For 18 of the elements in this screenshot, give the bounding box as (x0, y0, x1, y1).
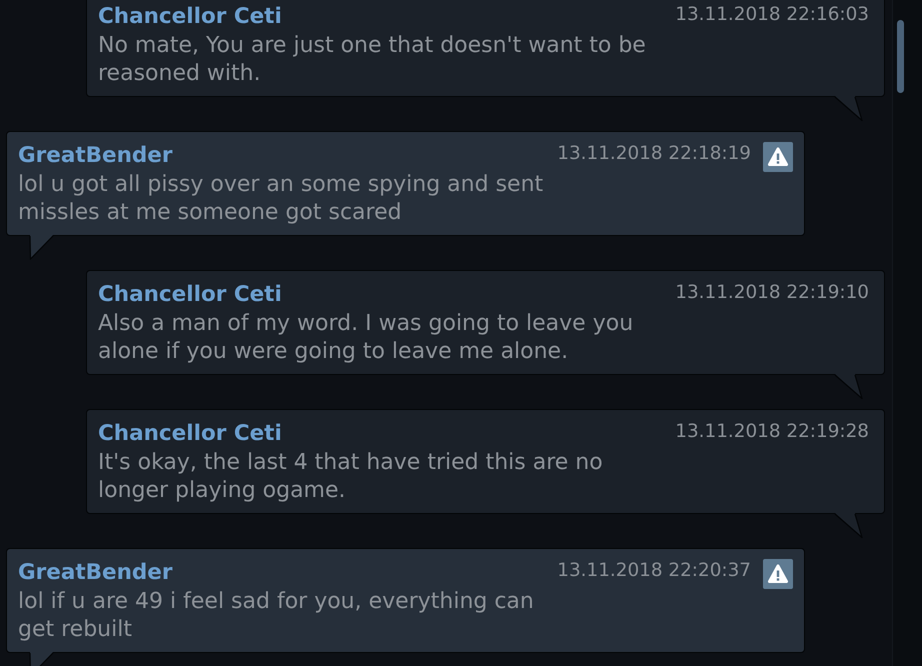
message-text: lol u got all pissy over an some spying and sent missles at me someone got scared (18, 171, 544, 227)
scrollbar-thumb[interactable] (897, 20, 904, 93)
message-time: 13.11.2018 22:18:19 (557, 142, 751, 166)
author-name: Chancellor Ceti (98, 281, 282, 309)
message-text: No mate, You are just one that doesn't want to be reasoned with. (98, 32, 647, 88)
message-time: 13.11.2018 22:16:03 (675, 3, 869, 27)
message-time: 13.11.2018 22:19:10 (675, 281, 869, 305)
message-time: 13.11.2018 22:20:37 (557, 559, 751, 583)
message-time: 13.11.2018 22:19:28 (675, 420, 869, 444)
message-text: Also a man of my word. I was going to leave you alone if you were going to leave me alone. (98, 310, 634, 366)
warning-icon[interactable] (763, 559, 793, 589)
author-name: Chancellor Ceti (98, 3, 282, 31)
message-text: lol if u are 49 i feel sad for you, everything can get rebuilt (18, 588, 535, 644)
message-text: It's okay, the last 4 that have tried this are no longer playing ogame. (98, 449, 604, 505)
warning-icon[interactable] (763, 142, 793, 172)
author-name: Chancellor Ceti (98, 420, 282, 448)
author-name: GreatBender (18, 142, 172, 170)
author-name: GreatBender (18, 559, 172, 587)
